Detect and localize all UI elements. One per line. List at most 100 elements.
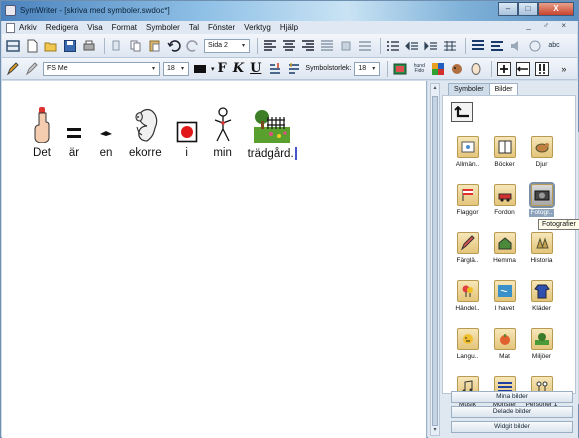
options-icon[interactable] [527,38,543,54]
menu-visa[interactable]: Visa [87,23,102,32]
folder-item[interactable]: Mat [488,328,521,361]
align-right-icon[interactable] [300,38,316,54]
folder-item[interactable]: I havet [488,280,521,313]
folder-item[interactable]: Djur [525,136,558,169]
symbol-size-label: Symbolstorlek: [305,65,352,72]
minimize-button[interactable]: – [498,2,518,16]
app-icon [5,5,16,16]
folder-item[interactable]: Hemma [488,232,521,265]
mdi-controls[interactable]: _ ♂ × [526,21,571,30]
document-icon[interactable] [6,22,15,33]
menu-format[interactable]: Format [112,23,137,32]
folder-item[interactable]: Färglä.. [451,232,484,265]
menu-redigera[interactable]: Redigera [46,23,78,32]
folder-item[interactable]: Allmän.. [451,136,484,169]
copy-icon[interactable] [128,38,144,54]
folder-item[interactable]: Flaggor [451,184,484,217]
word-cell[interactable]: en [97,105,115,160]
folder-item[interactable]: Kläder [525,280,558,313]
page-select[interactable]: Sida 2 ▾ [204,38,250,53]
text-color-icon[interactable] [192,61,208,77]
separator [387,60,389,77]
word-cell[interactable]: Det [33,105,51,160]
align-bottom-icon[interactable] [357,38,373,54]
bullet-list-icon[interactable] [385,38,401,54]
font-name-select[interactable]: FS Me ▾ [43,61,160,76]
equals-icon [67,128,81,138]
folder-item[interactable]: Langu.. [451,328,484,361]
symbol-skin-icon[interactable] [449,61,465,77]
word-text: trädgård. [248,147,297,160]
word-cell[interactable]: i [176,105,198,160]
scroll-down-icon[interactable]: ▾ [431,426,439,435]
menu-fonster[interactable]: Fönster [208,23,235,32]
maximize-button[interactable]: □ [518,2,538,16]
symbol-color-icon[interactable] [430,61,446,77]
panel-scrollbar[interactable]: ▴ ▾ [430,83,440,436]
folder-item[interactable]: Fotogr.. [525,182,558,217]
folder-label: Fotogr.. [529,209,554,217]
menu-tal[interactable]: Tal [189,23,199,32]
bold-button[interactable]: F [218,61,227,76]
decrease-indent-icon[interactable] [404,38,420,54]
folder-item[interactable]: Miljöer [525,328,558,361]
word-cell[interactable]: är [65,105,83,160]
toolbar-overflow-icon[interactable]: » [561,64,566,74]
symbol-frame-icon[interactable] [468,61,484,77]
paste-icon[interactable] [147,38,163,54]
print-icon[interactable] [81,38,97,54]
symbol-above-icon[interactable] [267,61,283,77]
word-cell[interactable]: trädgård. [248,105,297,160]
menu-verktyg[interactable]: Verktyg [244,23,271,32]
new-document-icon[interactable] [24,38,40,54]
menu-arkiv[interactable]: Arkiv [19,23,37,32]
folder-item[interactable]: Händel.. [451,280,484,313]
plural-icon[interactable] [496,61,512,77]
past-tense-icon[interactable] [515,61,531,77]
hund-fido-icon[interactable]: hund Fido [411,61,427,77]
open-folder-icon[interactable] [43,38,59,54]
align-justify-icon[interactable] [319,38,335,54]
scrollbar-thumb[interactable] [432,96,438,426]
symbol-below-icon[interactable] [286,61,302,77]
folder-up-button[interactable] [451,102,473,122]
underline-button[interactable]: U [250,61,261,76]
layout-icon[interactable] [5,38,21,54]
folder-item[interactable]: Historia [525,232,558,265]
scroll-up-icon[interactable]: ▴ [431,84,439,93]
folder-item[interactable]: Fordon [488,184,521,217]
undo-icon[interactable] [166,38,182,54]
italic-button[interactable]: K [233,61,244,76]
speaker-icon[interactable] [508,38,524,54]
spellcheck-icon[interactable]: abc [546,38,562,54]
paragraph-spacing-icon[interactable] [489,38,505,54]
delade-bilder-button[interactable]: Delade bilder [451,406,573,418]
word-cell[interactable]: ekorre [129,105,162,160]
folder-item[interactable]: Böcker [488,136,521,169]
cut-icon[interactable] [109,38,125,54]
font-size-select[interactable]: 18 ▾ [163,61,189,76]
increase-indent-icon[interactable] [423,38,439,54]
table-icon[interactable] [442,38,458,54]
environment-icon [530,328,553,350]
word-cell[interactable]: min [212,105,234,160]
align-center-icon[interactable] [281,38,297,54]
close-button[interactable]: X [538,2,574,16]
camera-icon [528,182,555,208]
redo-icon[interactable] [185,38,201,54]
menu-hjalp[interactable]: Hjälp [280,23,298,32]
title-bar[interactable]: SymWriter - [skriva med symboler.swdoc*]… [1,1,578,21]
align-left-icon[interactable] [262,38,278,54]
line-spacing-icon[interactable] [470,38,486,54]
chevron-down-icon[interactable]: ▾ [211,65,215,73]
align-top-icon[interactable] [338,38,354,54]
mina-bilder-button[interactable]: Mina bilder [451,391,573,403]
save-icon[interactable] [62,38,78,54]
pencil-icon[interactable] [5,61,21,77]
pen-icon[interactable] [24,61,40,77]
picture-frame-icon[interactable] [392,61,408,77]
widgit-bilder-button[interactable]: Widgit bilder [451,421,573,433]
menu-symboler[interactable]: Symboler [146,23,180,32]
exclamation-icon[interactable] [534,61,550,77]
symbol-size-select[interactable]: 18 ▾ [354,61,381,76]
